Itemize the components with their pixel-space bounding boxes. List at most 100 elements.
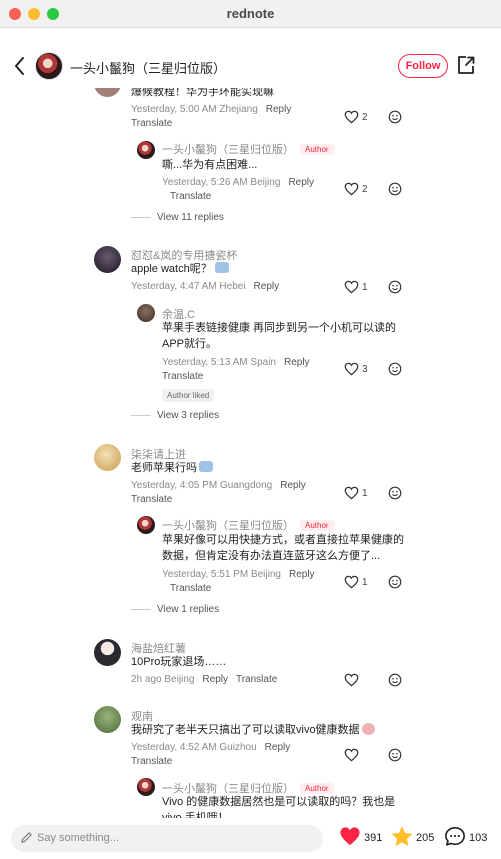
translate-button[interactable]: Translate — [170, 583, 211, 594]
like-button[interactable]: 3 — [344, 362, 368, 376]
reply-username-text: 一头小鬣狗（三星归位版） — [162, 144, 294, 156]
emoji-icon[interactable] — [388, 280, 402, 294]
view-replies-button[interactable]: View 1 replies — [131, 604, 219, 615]
like-button[interactable]: 1 — [344, 575, 368, 589]
translate-button[interactable]: Translate — [236, 674, 277, 685]
reply-button[interactable]: Reply — [289, 569, 315, 580]
commenter-avatar[interactable] — [94, 88, 121, 97]
reply-text-line: Vivo 的健康数据居然也是可以读取的吗？我也是 — [162, 796, 396, 808]
like-button[interactable]: 1 — [344, 280, 368, 294]
replier-avatar[interactable] — [137, 141, 155, 159]
view-replies-button[interactable]: View 11 replies — [131, 212, 224, 223]
comment-meta: Yesterday, 4:05 PM Guangdong Reply — [131, 480, 306, 491]
heart-icon — [344, 575, 359, 589]
note-header: 一头小鬣狗（三星归位版） Follow — [0, 44, 501, 88]
window-title: rednote — [226, 6, 275, 21]
emoji-icon[interactable] — [388, 110, 402, 124]
emoji-icon[interactable] — [388, 748, 402, 762]
translate-button[interactable]: Translate — [131, 494, 172, 505]
bottom-action-bar: Say something... 391 205 103 — [0, 818, 501, 859]
like-button[interactable]: 2 — [344, 182, 368, 196]
comment-input[interactable]: Say something... — [11, 825, 323, 852]
comment-time: Yesterday, 5:51 PM — [162, 569, 249, 580]
sticker-icon — [361, 723, 375, 735]
like-note-button[interactable]: 391 — [339, 826, 387, 850]
reply-username[interactable]: 一头小鬣狗（三星归位版） Author — [162, 517, 334, 533]
comment-text-content: 老师苹果行吗 — [131, 462, 197, 474]
like-button[interactable]: 2 — [344, 110, 368, 124]
translate-button[interactable]: Translate — [162, 371, 203, 382]
reply-button[interactable]: Reply — [266, 104, 292, 115]
comment-feed[interactable]: 爆候教程！华为手环能实现嘛 Yesterday, 5:00 AM Zhejian… — [0, 88, 501, 818]
like-count: 3 — [362, 363, 368, 375]
comment-location: Hebei — [219, 281, 246, 292]
comment-text: 我研究了老半天只搞出了可以读取vivo健康数据 — [131, 722, 375, 738]
like-count: 2 — [362, 111, 368, 123]
comment-meta: Yesterday, 5:26 AM Beijing Reply — [162, 177, 314, 188]
translate-button[interactable]: Translate — [131, 756, 172, 767]
reply-button[interactable]: Reply — [265, 742, 291, 753]
comment-time: Yesterday, 5:00 AM — [131, 104, 217, 115]
reply-username[interactable]: 一头小鬣狗（三星归位版） Author — [162, 141, 334, 157]
emoji-icon[interactable] — [388, 182, 402, 196]
replier-avatar[interactable] — [137, 516, 155, 534]
emoji-icon[interactable] — [388, 575, 402, 589]
share-icon[interactable] — [456, 54, 476, 76]
emoji-icon[interactable] — [388, 362, 402, 376]
reply-text: 嘶...华为有点困难... — [162, 159, 258, 171]
reply-button[interactable]: Reply — [254, 281, 280, 292]
comment-bubble-icon — [445, 827, 465, 846]
author-name[interactable]: 一头小鬣狗（三星归位版） — [70, 58, 226, 77]
commenter-avatar[interactable] — [94, 706, 121, 733]
author-liked-badge: Author liked — [162, 389, 215, 402]
comment-location: Zhejiang — [219, 104, 258, 115]
view-replies-button[interactable]: View 3 replies — [131, 410, 219, 421]
comment-meta: 2h ago Beijing Reply Translate — [131, 674, 277, 685]
comment-time: Yesterday, 5:26 AM — [162, 177, 248, 188]
comment-location: Spain — [250, 357, 276, 368]
reply-text-line: 苹果手表链接健康 再同步到另一个小机可以读的 — [162, 322, 397, 334]
heart-icon — [340, 827, 360, 846]
comment-text: apple watch呢？ — [131, 261, 229, 277]
author-badge: Author — [300, 783, 334, 794]
heart-icon — [344, 673, 359, 687]
replier-avatar[interactable] — [137, 304, 155, 322]
note-collect-count: 205 — [416, 832, 435, 844]
reply-button[interactable]: Reply — [280, 480, 306, 491]
translate-button[interactable]: Translate — [131, 118, 172, 129]
comment-location: Beijing — [164, 674, 195, 685]
commenter-avatar[interactable] — [94, 639, 121, 666]
sticker-icon — [214, 262, 229, 273]
comment-text: 老师苹果行吗 — [131, 460, 213, 476]
comment-text: 10Pro玩家退场…… — [131, 656, 227, 668]
emoji-icon[interactable] — [388, 673, 402, 687]
reply-button[interactable]: Reply — [284, 357, 310, 368]
back-chevron-icon[interactable] — [11, 54, 29, 78]
heart-icon — [344, 280, 359, 294]
comment-time: Yesterday, 4:05 PM — [131, 480, 218, 491]
comment-text-content: apple watch呢？ — [131, 263, 212, 275]
commenter-avatar[interactable] — [94, 444, 121, 471]
author-avatar[interactable] — [35, 52, 63, 80]
reply-button[interactable]: Reply — [288, 177, 314, 188]
replier-avatar[interactable] — [137, 778, 155, 796]
note-comment-count: 103 — [469, 832, 488, 844]
like-button[interactable] — [344, 748, 359, 762]
reply-text-line: 数据，但肯定没有办法直连蓝牙这么方便了... — [162, 550, 381, 562]
like-button[interactable]: 1 — [344, 486, 368, 500]
heart-icon — [344, 110, 359, 124]
like-button[interactable] — [344, 673, 359, 687]
collect-note-button[interactable]: 205 — [391, 826, 439, 850]
heart-icon — [344, 362, 359, 376]
emoji-icon[interactable] — [388, 486, 402, 500]
sticker-icon — [199, 461, 213, 472]
comment-text: 爆候教程！华为手环能实现嘛 — [131, 88, 274, 98]
comment-location: Guangdong — [219, 480, 273, 491]
translate-button[interactable]: Translate — [170, 191, 211, 202]
commenter-avatar[interactable] — [94, 246, 121, 273]
comments-button[interactable]: 103 — [444, 826, 494, 850]
like-count: 2 — [362, 183, 368, 195]
reply-button[interactable]: Reply — [202, 674, 228, 685]
follow-button[interactable]: Follow — [398, 54, 448, 78]
comment-meta: Yesterday, 5:13 AM Spain Reply — [162, 357, 310, 368]
